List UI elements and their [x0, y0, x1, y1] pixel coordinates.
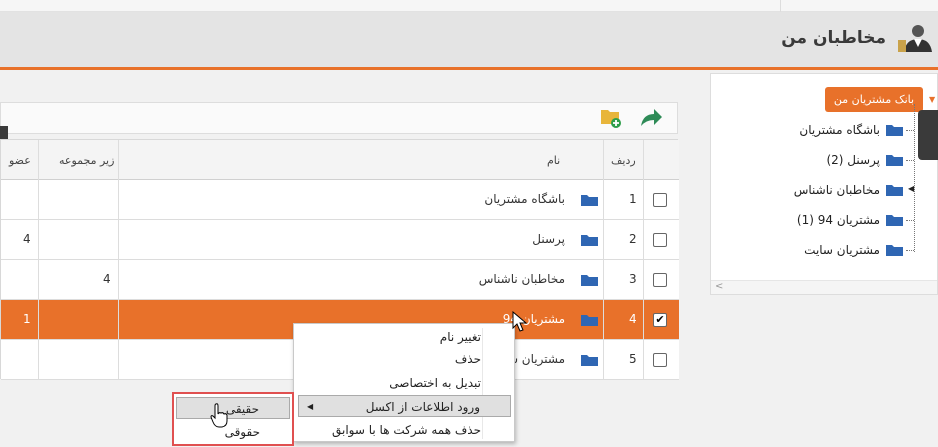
row-number: 2 — [629, 232, 637, 246]
row-member: 4 — [23, 232, 31, 246]
row-number: 3 — [629, 272, 637, 286]
context-menu: تغییر نام حذف تبدیل به اختصاصی ورود اطلا… — [293, 323, 515, 442]
column-header-row[interactable]: ردیف — [611, 154, 636, 167]
tree-item-label: مشتریان سایت — [804, 243, 880, 257]
folder-icon — [886, 125, 903, 136]
row-checkbox[interactable] — [653, 193, 667, 207]
row-subset: 4 — [103, 272, 111, 286]
tree-item-club[interactable]: باشگاه مشتریان — [799, 120, 903, 140]
tree-item-site[interactable]: مشتریان سایت — [804, 240, 903, 260]
row-number: 1 — [629, 192, 637, 206]
submenu-arrow-icon: ◀ — [307, 402, 314, 411]
row-name: پرسنل — [532, 232, 565, 246]
submenu-item-legal[interactable]: حقوقی — [176, 421, 290, 443]
row-checkbox[interactable] — [653, 353, 667, 367]
scroll-left-icon[interactable]: < — [715, 281, 723, 292]
row-member: 1 — [23, 312, 31, 326]
tree-item-label: باشگاه مشتریان — [799, 123, 880, 137]
tree-root-button[interactable]: بانک مشتریان من — [825, 87, 923, 112]
tree-item-unknown[interactable]: مخاطبان ناشناس — [794, 180, 903, 200]
folder-icon — [581, 235, 598, 246]
top-strip — [0, 0, 938, 12]
tree-horizontal-scrollbar[interactable]: < — [711, 280, 937, 294]
column-header-subset[interactable]: زیر مجموعه — [59, 154, 114, 167]
menu-item-delete-all[interactable]: حذف همه شرکت ها با سوابق — [298, 419, 511, 441]
tree-item-customers94[interactable]: مشتریان 94 (1) — [797, 210, 903, 230]
tree-expand-icon[interactable]: ◀ — [908, 184, 914, 193]
hand-pointer-icon — [210, 403, 228, 428]
row-name: مخاطبان ناشناس — [478, 272, 565, 286]
row-number: 5 — [629, 352, 637, 366]
menu-item-delete[interactable]: حذف — [298, 348, 511, 370]
menu-item-import-excel[interactable]: ورود اطلاعات از اکسل ◀ — [298, 395, 511, 417]
tree-item-label: مشتریان 94 (1) — [796, 213, 880, 227]
tree-item-staff[interactable]: پرسنل (2) — [826, 150, 903, 170]
submenu-item-natural[interactable]: حقیقی — [176, 397, 290, 419]
row-checkbox-checked[interactable]: ✔ — [653, 313, 667, 327]
folder-icon — [581, 275, 598, 286]
folder-icon — [581, 355, 598, 366]
row-number: 4 — [629, 312, 637, 326]
menu-item-make-private[interactable]: تبدیل به اختصاصی — [298, 372, 511, 394]
folder-icon — [581, 315, 598, 326]
grid-toolbar — [0, 102, 678, 134]
table-row[interactable]: 1 باشگاه مشتریان — [1, 180, 679, 220]
mouse-pointer-icon — [512, 311, 528, 332]
add-folder-icon[interactable] — [601, 108, 623, 128]
row-name: باشگاه مشتریان — [484, 192, 565, 206]
folder-icon — [886, 215, 903, 226]
table-row[interactable]: 2 پرسنل 4 — [1, 220, 679, 260]
column-header-name[interactable]: نام — [547, 154, 560, 167]
page-header: مخاطبان من — [0, 12, 938, 70]
table-row[interactable]: 3 مخاطبان ناشناس 4 — [1, 260, 679, 300]
row-checkbox[interactable] — [653, 273, 667, 287]
tree-item-label: مخاطبان ناشناس — [793, 183, 880, 197]
grid-header: ردیف نام زیر مجموعه عضو — [1, 140, 679, 180]
folder-icon — [886, 185, 903, 196]
import-submenu: حقیقی حقوقی — [172, 392, 294, 446]
folder-tree-panel: بانک مشتریان من ▼ باشگاه مشتریان پرسنل (… — [710, 73, 938, 295]
tree-expand-arrow-icon[interactable]: ▼ — [929, 95, 935, 104]
user-avatar-icon — [898, 25, 932, 52]
folder-icon — [886, 155, 903, 166]
tree-item-label: پرسنل (2) — [826, 153, 880, 167]
menu-item-label: ورود اطلاعات از اکسل — [365, 400, 480, 414]
menu-item-rename[interactable]: تغییر نام — [298, 326, 511, 348]
folder-icon — [581, 195, 598, 206]
column-header-member[interactable]: عضو — [9, 154, 31, 167]
forward-arrow-icon[interactable] — [639, 108, 663, 128]
folder-icon — [886, 245, 903, 256]
side-collapse-tab[interactable] — [918, 110, 938, 160]
tree-guide-line — [914, 104, 915, 252]
page-title: مخاطبان من — [781, 28, 886, 48]
row-checkbox[interactable] — [653, 233, 667, 247]
